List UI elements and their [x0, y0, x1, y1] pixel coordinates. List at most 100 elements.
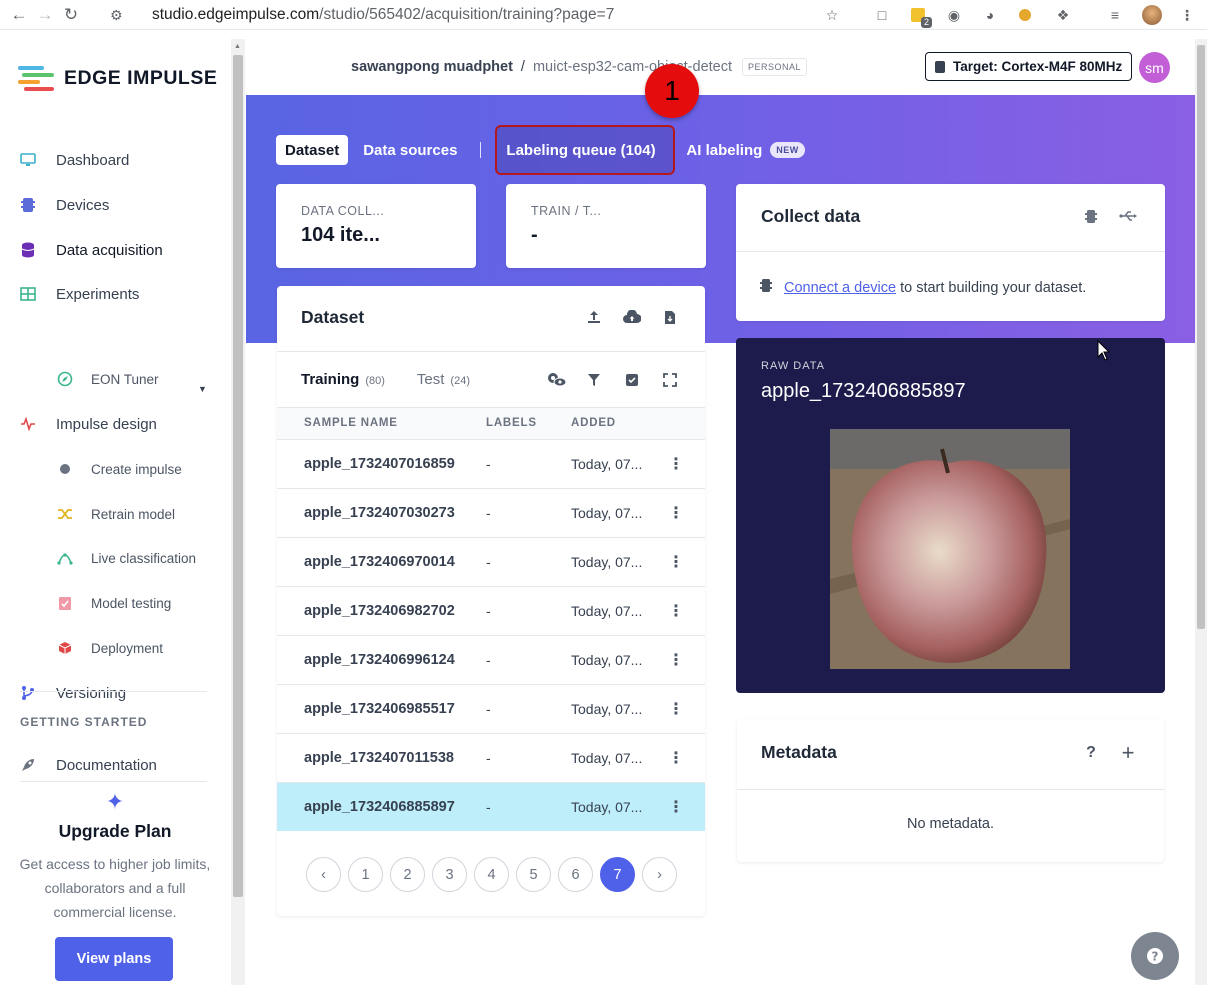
sidebar-item-retrain-model[interactable]: Retrain model	[55, 504, 175, 524]
sidebar-item-experiments[interactable]: Experiments	[18, 284, 139, 304]
tab-data-sources[interactable]: Data sources	[354, 135, 466, 165]
sidebar-item-impulse-design[interactable]: Impulse design	[18, 414, 157, 434]
labels-cell: -	[486, 799, 491, 815]
sidebar-item-data-acquisition[interactable]: Data acquisition	[18, 240, 163, 260]
tab-labeling-queue[interactable]: Labeling queue (104)	[495, 125, 676, 175]
page-button-current[interactable]: 7	[600, 857, 635, 892]
filter-icon[interactable]	[584, 370, 604, 390]
prev-page-button[interactable]: ‹	[306, 857, 341, 892]
added-cell: Today, 07...	[571, 701, 643, 717]
page-button[interactable]: 6	[558, 857, 593, 892]
next-page-button[interactable]: ›	[642, 857, 677, 892]
chat-extension-icon[interactable]: □	[872, 5, 892, 25]
export-file-icon[interactable]	[660, 307, 680, 327]
kebab-menu-icon[interactable]: ⋮	[668, 454, 684, 474]
column-sample-name[interactable]: SAMPLE NAME	[304, 417, 398, 429]
sidebar-item-live-classification[interactable]: Live classification	[55, 548, 196, 568]
help-chat-button[interactable]: ?	[1131, 932, 1179, 980]
browser-menu-icon[interactable]: ⋮	[1177, 5, 1197, 25]
colorful-extension-icon[interactable]	[1015, 5, 1035, 25]
page-button[interactable]: 2	[390, 857, 425, 892]
sidebar-item-documentation[interactable]: Documentation	[18, 755, 157, 775]
sidebar-item-devices[interactable]: Devices	[18, 195, 109, 215]
view-plans-button[interactable]: View plans	[55, 937, 173, 981]
sidebar-divider	[20, 691, 207, 692]
table-row[interactable]: apple_1732406885897 - Today, 07... ⋮	[277, 782, 705, 831]
column-added[interactable]: ADDED	[571, 417, 616, 429]
notes-extension-icon[interactable]: 2	[908, 5, 932, 28]
target-device-button[interactable]: Target: Cortex-M4F 80MHz	[925, 52, 1133, 81]
gear-eye-icon[interactable]	[544, 369, 568, 389]
edge-impulse-logo[interactable]: EDGE IMPULSE	[18, 65, 217, 91]
kebab-menu-icon[interactable]: ⋮	[668, 503, 684, 523]
added-cell: Today, 07...	[571, 505, 643, 521]
table-row[interactable]: apple_1732406970014 - Today, 07... ⋮	[277, 537, 705, 586]
select-checkbox-icon[interactable]	[622, 370, 642, 390]
chevron-down-icon[interactable]: ▼	[198, 384, 207, 394]
column-labels[interactable]: LABELS	[486, 417, 537, 429]
sidebar-scroll-thumb[interactable]	[233, 55, 243, 897]
pagination: ‹ 1 2 3 4 5 6 7 ›	[306, 857, 684, 892]
sidebar-item-dashboard[interactable]: Dashboard	[18, 150, 129, 170]
tab-dataset[interactable]: Dataset	[276, 135, 349, 165]
page-button[interactable]: 5	[516, 857, 551, 892]
glasses-extension-icon[interactable]: ◕	[980, 5, 1000, 25]
kebab-menu-icon[interactable]: ⋮	[668, 552, 684, 572]
forward-arrow-icon[interactable]: →	[32, 5, 58, 25]
page-button[interactable]: 1	[348, 857, 383, 892]
page-button[interactable]: 4	[474, 857, 509, 892]
breadcrumb-user[interactable]: sawangpong muadphet	[351, 59, 513, 75]
add-icon[interactable]: +	[1118, 740, 1138, 765]
browser-profile-avatar[interactable]	[1142, 5, 1162, 25]
upload-icon[interactable]	[584, 307, 604, 327]
table-row[interactable]: apple_1732407011538 - Today, 07... ⋮	[277, 733, 705, 782]
sample-name-cell: apple_1732406885897	[304, 799, 455, 815]
sidebar-item-deployment[interactable]: Deployment	[55, 638, 163, 658]
raw-data-title: apple_1732406885897	[761, 380, 966, 402]
address-bar[interactable]: ⚙ studio.edgeimpulse.com/studio/565402/a…	[110, 0, 614, 30]
tab-training[interactable]: Training (80)	[301, 371, 385, 388]
camera-extension-icon[interactable]: ◉	[944, 5, 964, 25]
site-settings-icon[interactable]: ⚙	[110, 7, 123, 24]
page-scrollbar[interactable]	[1195, 39, 1207, 985]
media-control-icon[interactable]: ≡	[1105, 5, 1125, 25]
expand-icon[interactable]	[660, 370, 680, 390]
table-row[interactable]: apple_1732406985517 - Today, 07... ⋮	[277, 684, 705, 733]
back-arrow-icon[interactable]: ←	[6, 5, 32, 25]
sidebar-item-eon-tuner[interactable]: EON Tuner	[55, 369, 159, 389]
table-row[interactable]: apple_1732407016859 - Today, 07... ⋮	[277, 439, 705, 488]
chip-icon	[935, 60, 945, 73]
section-getting-started: GETTING STARTED	[20, 715, 148, 729]
kebab-menu-icon[interactable]: ⋮	[668, 699, 684, 719]
user-avatar[interactable]: sm	[1139, 52, 1170, 83]
kebab-menu-icon[interactable]: ⋮	[668, 601, 684, 621]
breadcrumb-project[interactable]: muict-esp32-cam-object-detect	[533, 59, 732, 75]
table-row[interactable]: apple_1732407030273 - Today, 07... ⋮	[277, 488, 705, 537]
sidebar-item-versioning[interactable]: Versioning	[18, 683, 126, 703]
puzzle-extensions-icon[interactable]: ❖	[1053, 5, 1073, 25]
extension-badge: 2	[920, 17, 932, 28]
table-row[interactable]: apple_1732406996124 - Today, 07... ⋮	[277, 635, 705, 684]
tab-ai-labeling[interactable]: AI labeling NEW	[677, 135, 813, 165]
table-row[interactable]: apple_1732406982702 - Today, 07... ⋮	[277, 586, 705, 635]
kebab-menu-icon[interactable]: ⋮	[668, 797, 684, 817]
tab-test[interactable]: Test (24)	[417, 371, 470, 388]
kebab-menu-icon[interactable]: ⋮	[668, 650, 684, 670]
sidebar-item-model-testing[interactable]: Model testing	[55, 593, 171, 613]
page-button[interactable]: 3	[432, 857, 467, 892]
sidebar-item-label: Data acquisition	[56, 241, 163, 259]
help-icon[interactable]: ?	[1081, 743, 1101, 763]
bookmark-star-icon[interactable]: ☆	[822, 5, 842, 25]
clipboard-check-icon	[55, 593, 75, 613]
cloud-upload-icon[interactable]	[622, 307, 642, 327]
usb-icon[interactable]	[1118, 206, 1138, 226]
sidebar-item-create-impulse[interactable]: Create impulse	[55, 459, 182, 479]
connect-device-link[interactable]: Connect a device	[784, 280, 896, 296]
upgrade-title: Upgrade Plan	[58, 821, 172, 841]
kebab-menu-icon[interactable]: ⋮	[668, 748, 684, 768]
sparkle-icon: ✦	[105, 789, 125, 814]
device-chip-icon[interactable]	[1081, 206, 1101, 226]
sidebar-scrollbar[interactable]: ▲	[231, 39, 245, 985]
page-scroll-thumb[interactable]	[1197, 45, 1205, 629]
reload-icon[interactable]: ↻	[58, 5, 84, 25]
